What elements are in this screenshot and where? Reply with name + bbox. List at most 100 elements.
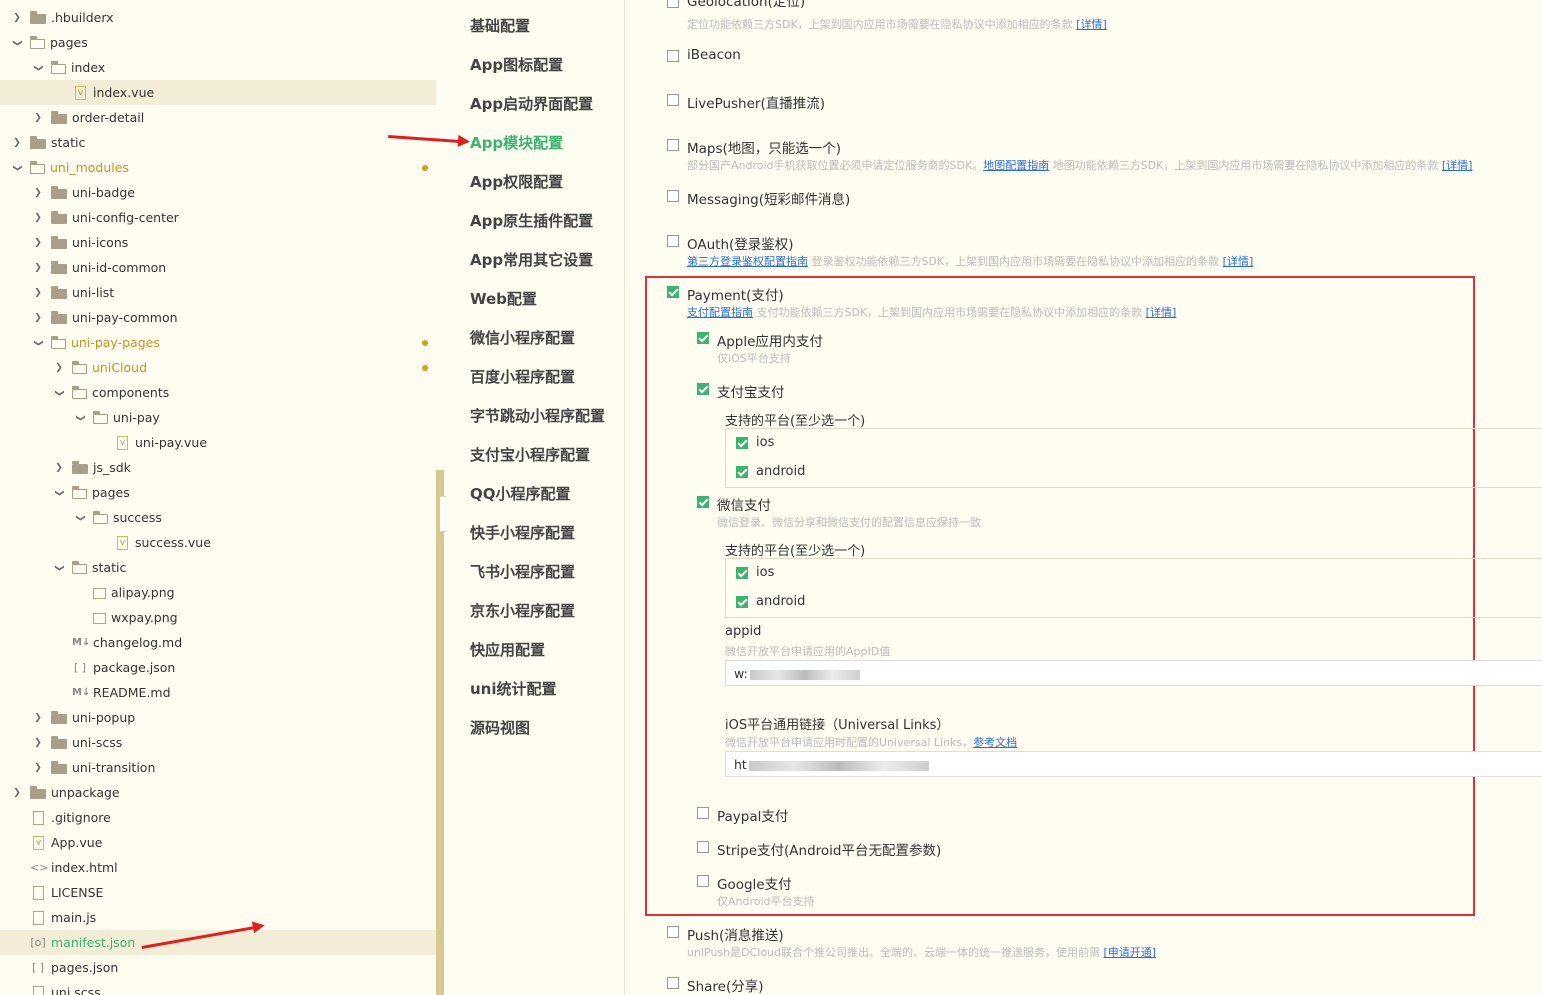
tree-item[interactable]: [ ] package.json: [0, 655, 436, 680]
tree-item[interactable]: ❯ components: [0, 380, 436, 405]
maps-checkbox[interactable]: [667, 139, 679, 151]
tree-item[interactable]: ❯ uni-list: [0, 280, 436, 305]
chevron-down-icon[interactable]: ❯: [33, 61, 43, 75]
nav-item[interactable]: Web配置: [470, 288, 537, 309]
alipay-ios-checkbox[interactable]: [736, 437, 748, 449]
tree-item[interactable]: uni.scss: [0, 980, 436, 995]
tree-item[interactable]: ❯ uni-transition: [0, 755, 436, 780]
tree-item[interactable]: Vuni-pay.vue: [0, 430, 436, 455]
chevron-right-icon[interactable]: ❯: [31, 738, 45, 748]
tree-item[interactable]: Vsuccess.vue: [0, 530, 436, 555]
ibeacon-checkbox[interactable]: [667, 50, 679, 62]
chevron-down-icon[interactable]: ❯: [54, 386, 64, 400]
chevron-down-icon[interactable]: ❯: [12, 161, 22, 175]
wxpay-checkbox[interactable]: [697, 496, 709, 508]
chevron-down-icon[interactable]: ❯: [75, 411, 85, 425]
nav-item[interactable]: App常用其它设置: [470, 249, 593, 270]
tree-item[interactable]: [ ] pages.json: [0, 955, 436, 980]
tree-item[interactable]: ❯ uni_modules: [0, 155, 436, 180]
payment-detail-link[interactable]: [详情]: [1146, 306, 1177, 319]
oauth-detail-link[interactable]: [详情]: [1223, 255, 1254, 268]
tree-item[interactable]: main.js: [0, 905, 436, 930]
wxpay-ios-checkbox[interactable]: [736, 567, 748, 579]
nav-item[interactable]: 快应用配置: [470, 639, 545, 660]
nav-item[interactable]: 字节跳动小程序配置: [470, 405, 605, 426]
payment-guide-link[interactable]: 支付配置指南: [687, 306, 753, 319]
tree-item[interactable]: ❯ uni-config-center: [0, 205, 436, 230]
tree-item[interactable]: ❯ uni-icons: [0, 230, 436, 255]
share-checkbox[interactable]: [667, 977, 679, 989]
chevron-right-icon[interactable]: ❯: [52, 463, 66, 473]
universal-links-input[interactable]: ht: [725, 751, 1542, 777]
payment-checkbox[interactable]: [667, 286, 679, 298]
tree-item[interactable]: ❯ js_sdk: [0, 455, 436, 480]
apple-pay-checkbox[interactable]: [697, 332, 709, 344]
tree-item[interactable]: wxpay.png: [0, 605, 436, 630]
maps-guide-link[interactable]: 地图配置指南: [983, 159, 1049, 172]
nav-item[interactable]: App模块配置: [470, 132, 563, 153]
nav-item[interactable]: App图标配置: [470, 54, 563, 75]
tree-item[interactable]: alipay.png: [0, 580, 436, 605]
tree-item[interactable]: Vindex.vue: [0, 80, 436, 105]
nav-item[interactable]: 基础配置: [470, 15, 530, 36]
universal-links-doc-link[interactable]: 参考文档: [973, 736, 1017, 749]
nav-item[interactable]: 京东小程序配置: [470, 600, 575, 621]
alipay-android-checkbox[interactable]: [736, 466, 748, 478]
nav-item[interactable]: 源码视图: [470, 717, 530, 738]
maps-detail-link[interactable]: [详情]: [1442, 159, 1473, 172]
wxpay-android-checkbox[interactable]: [736, 596, 748, 608]
nav-item[interactable]: App权限配置: [470, 171, 563, 192]
tree-item[interactable]: ❯ static: [0, 130, 436, 155]
messaging-checkbox[interactable]: [667, 190, 679, 202]
tree-item[interactable]: .gitignore: [0, 805, 436, 830]
tree-item[interactable]: ❯ uni-badge: [0, 180, 436, 205]
tree-item[interactable]: ❯ index: [0, 55, 436, 80]
nav-item[interactable]: App启动界面配置: [470, 93, 593, 114]
tree-item[interactable]: V App.vue: [0, 830, 436, 855]
stripe-checkbox[interactable]: [697, 841, 709, 853]
nav-item[interactable]: 飞书小程序配置: [470, 561, 575, 582]
chevron-right-icon[interactable]: ❯: [31, 763, 45, 773]
chevron-right-icon[interactable]: ❯: [10, 788, 24, 798]
chevron-down-icon[interactable]: ❯: [33, 336, 43, 350]
tree-item[interactable]: LICENSE: [0, 880, 436, 905]
tree-item[interactable]: <> index.html: [0, 855, 436, 880]
oauth-checkbox[interactable]: [667, 235, 679, 247]
tree-item[interactable]: ❯ uni-scss: [0, 730, 436, 755]
oauth-guide-link[interactable]: 第三方登录鉴权配置指南: [687, 255, 808, 268]
tree-item[interactable]: ❯ uni-popup: [0, 705, 436, 730]
geolocation-checkbox[interactable]: [667, 0, 679, 8]
tree-item[interactable]: M↓ changelog.md: [0, 630, 436, 655]
tree-item[interactable]: ❯ unpackage: [0, 780, 436, 805]
paypal-checkbox[interactable]: [697, 807, 709, 819]
tree-item[interactable]: ❯ uniCloud: [0, 355, 436, 380]
chevron-right-icon[interactable]: ❯: [31, 288, 45, 298]
geolocation-detail-link[interactable]: [详情]: [1076, 18, 1107, 31]
chevron-right-icon[interactable]: ❯: [10, 13, 24, 23]
tree-item[interactable]: ❯ pages: [0, 480, 436, 505]
chevron-down-icon[interactable]: ❯: [54, 561, 64, 575]
nav-item[interactable]: QQ小程序配置: [470, 483, 571, 504]
chevron-right-icon[interactable]: ❯: [31, 263, 45, 273]
chevron-right-icon[interactable]: ❯: [31, 113, 45, 123]
chevron-right-icon[interactable]: ❯: [52, 363, 66, 373]
tree-item[interactable]: ❯ success: [0, 505, 436, 530]
tree-item[interactable]: ❯ uni-pay-pages: [0, 330, 436, 355]
push-apply-link[interactable]: [申请开通]: [1104, 946, 1157, 959]
chevron-right-icon[interactable]: ❯: [31, 213, 45, 223]
chevron-right-icon[interactable]: ❯: [31, 313, 45, 323]
nav-item[interactable]: 百度小程序配置: [470, 366, 575, 387]
chevron-right-icon[interactable]: ❯: [31, 238, 45, 248]
tree-item[interactable]: ❯ uni-pay: [0, 405, 436, 430]
chevron-right-icon[interactable]: ❯: [31, 713, 45, 723]
tree-item[interactable]: ❯ pages: [0, 30, 436, 55]
tree-scrollbar[interactable]: [436, 470, 444, 995]
tree-item[interactable]: ❯ order-detail: [0, 105, 436, 130]
appid-input[interactable]: w:: [725, 660, 1542, 686]
nav-item[interactable]: App原生插件配置: [470, 210, 593, 231]
nav-item[interactable]: uni统计配置: [470, 678, 557, 699]
chevron-down-icon[interactable]: ❯: [54, 486, 64, 500]
tree-item[interactable]: ❯ .hbuilderx: [0, 5, 436, 30]
chevron-right-icon[interactable]: ❯: [10, 138, 24, 148]
tree-item[interactable]: ❯ uni-pay-common: [0, 305, 436, 330]
